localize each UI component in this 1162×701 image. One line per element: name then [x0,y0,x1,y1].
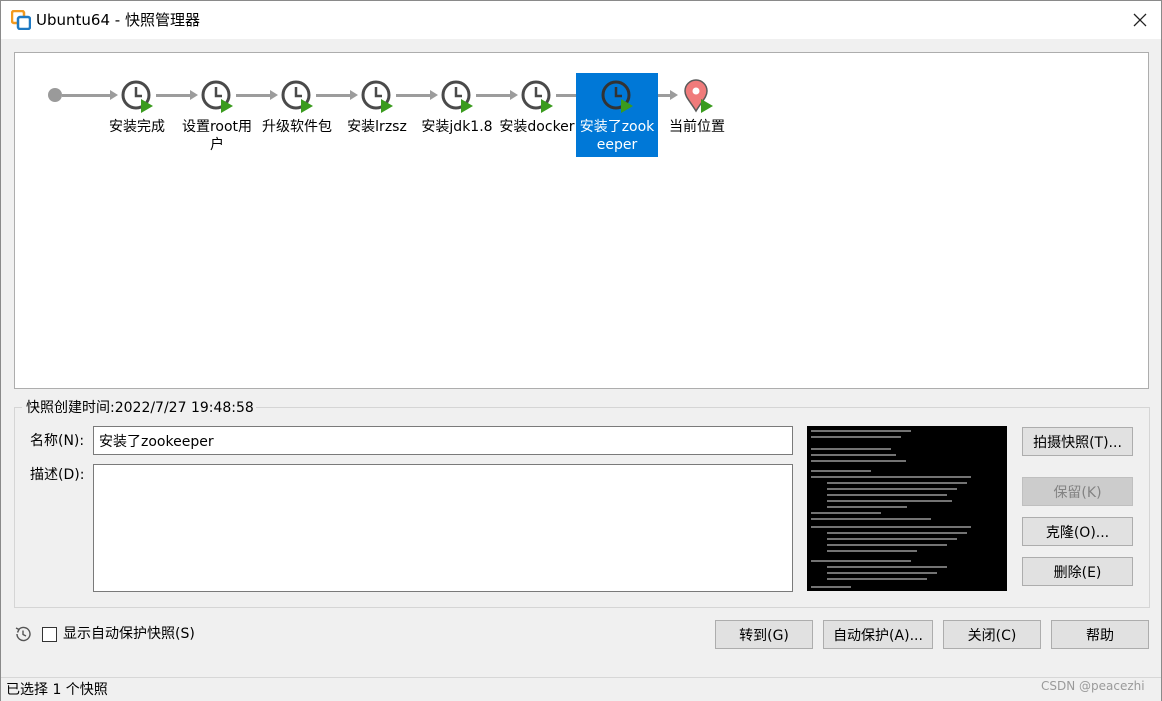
snapshot-tree[interactable]: 安装完成 设置root用户 升级软件包 安装lrzsz 安装jdk1.8 安装d… [14,52,1149,389]
snapshot-node[interactable]: 安装lrzsz [336,73,418,157]
help-button[interactable]: 帮助 [1051,620,1149,649]
keep-snapshot-button[interactable]: 保留(K) [1022,477,1133,506]
snapshot-clock-icon [281,80,313,113]
snapshot-description-input[interactable] [93,464,793,592]
snapshot-clock-icon [521,80,553,113]
name-label: 名称(N): [30,433,85,449]
watermark: CSDN @peacezhi [1041,679,1145,693]
snapshot-thumbnail [807,426,1007,591]
clone-snapshot-button[interactable]: 克隆(O)... [1022,517,1133,546]
snapshot-label: 安装docker [499,119,575,135]
autoprotect-button[interactable]: 自动保护(A)... [823,620,933,649]
snapshot-clock-icon [441,80,473,113]
close-button[interactable]: 关闭(C) [943,620,1041,649]
title-bar: Ubuntu64 - 快照管理器 [1,1,1161,39]
snapshot-clock-icon [121,80,153,113]
snapshot-node[interactable]: 安装完成 [96,73,178,157]
snapshot-node[interactable]: 安装docker [496,73,578,157]
close-window-button[interactable] [1119,1,1161,39]
snapshot-label: 安装完成 [109,119,165,135]
snapshot-clock-icon [201,80,233,113]
current-position-node[interactable]: 当前位置 [656,73,738,157]
snapshot-label: 升级软件包 [262,119,332,135]
status-text: 已选择 1 个快照 [6,682,108,698]
description-label: 描述(D): [30,467,85,483]
snapshot-clock-icon [361,80,393,113]
history-icon [15,626,31,642]
show-autoprotect-checkbox[interactable] [42,627,57,642]
delete-snapshot-button[interactable]: 删除(E) [1022,557,1133,586]
snapshot-clock-icon [601,80,633,113]
close-icon [1133,13,1147,27]
group-frame-line [254,407,1150,408]
tree-root-dot [48,88,62,102]
snapshot-label: 设置root用户 [181,119,253,153]
goto-button[interactable]: 转到(G) [715,620,813,649]
show-autoprotect-label[interactable]: 显示自动保护快照(S) [63,625,195,643]
vmware-app-icon [11,10,31,30]
snapshot-node[interactable]: 升级软件包 [256,73,338,157]
snapshot-created-time: 快照创建时间:2022/7/27 19:48:58 [24,399,256,417]
snapshot-manager-window: Ubuntu64 - 快照管理器 安装完成 设置root用户 升级软件包 安装l… [0,0,1162,701]
window-title: Ubuntu64 - 快照管理器 [36,11,200,29]
status-bar: 已选择 1 个快照 [1,677,1161,701]
snapshot-label: 安装了zookeeper [579,119,655,153]
snapshot-node[interactable]: 设置root用户 [176,73,258,157]
group-frame-line [14,407,22,408]
snapshot-label: 安装lrzsz [347,119,407,135]
snapshot-node[interactable]: 安装jdk1.8 [416,73,498,157]
snapshot-label: 安装jdk1.8 [421,119,493,135]
snapshot-node-selected[interactable]: 安装了zookeeper [576,73,658,157]
current-position-label: 当前位置 [669,119,725,135]
take-snapshot-button[interactable]: 拍摄快照(T)... [1022,427,1133,456]
current-position-marker-icon [684,79,713,113]
snapshot-name-input[interactable] [93,426,793,455]
